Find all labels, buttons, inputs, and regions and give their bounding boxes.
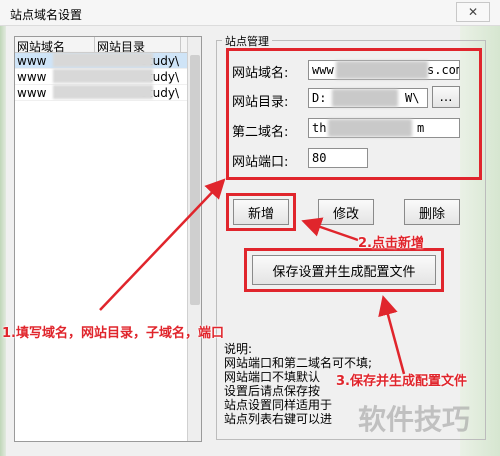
arrow-step3: [378, 295, 406, 375]
annotation-step1: 1.填写域名，网站目录，子域名，端口: [2, 326, 224, 341]
annotation-step2: 2.点击新增: [358, 236, 424, 251]
arrow-step2: [301, 217, 359, 242]
watermark: 软件技巧: [358, 403, 471, 436]
annotation-step3: 3.保存并生成配置文件: [336, 374, 467, 389]
arrow-step1: [99, 178, 226, 311]
